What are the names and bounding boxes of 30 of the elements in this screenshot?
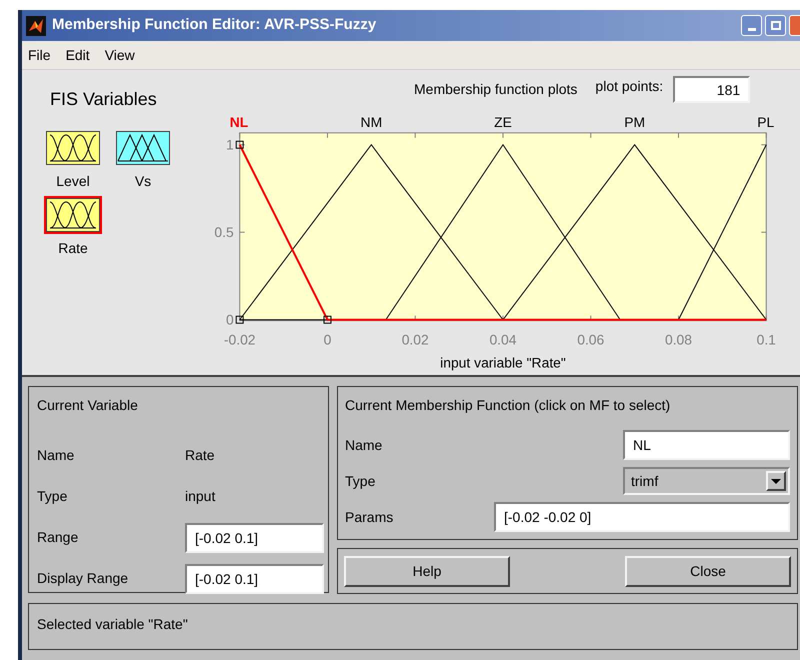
window-title: Membership Function Editor: AVR-PSS-Fuzzy bbox=[52, 15, 378, 36]
y-tick-label: 0.5 bbox=[214, 224, 234, 240]
panel-title: Current Variable bbox=[37, 396, 139, 415]
x-tick-label: 0.1 bbox=[756, 331, 776, 348]
x-tick-label: 0.06 bbox=[577, 331, 604, 348]
panel-title: Current Membership Function (click on MF to select) bbox=[345, 396, 672, 415]
x-tick-label: -0.02 bbox=[224, 331, 256, 348]
field-label: Type bbox=[37, 487, 68, 506]
field-label: Name bbox=[345, 436, 382, 454]
variable-label: Rate bbox=[58, 239, 88, 258]
section-title: FIS Variables bbox=[49, 88, 158, 111]
variable-type: input bbox=[185, 487, 216, 506]
plot-title: Membership function plots bbox=[414, 80, 578, 100]
variable-label: Vs bbox=[134, 172, 152, 191]
x-tick-label: 0.04 bbox=[489, 331, 516, 348]
variable-name: Rate bbox=[185, 446, 216, 465]
field-label: Params bbox=[345, 508, 394, 526]
field-label: Range bbox=[37, 528, 80, 547]
plot-points-label: plot points: bbox=[595, 77, 664, 96]
variable-label: Level bbox=[56, 172, 90, 191]
x-axis-label: input variable "Rate" bbox=[440, 354, 566, 370]
y-tick-label: 1 bbox=[226, 136, 234, 152]
field-label: Name bbox=[37, 446, 76, 465]
x-tick-label: 0.08 bbox=[664, 331, 692, 348]
y-tick-label: 0 bbox=[226, 311, 234, 328]
field-label: Display Range bbox=[37, 569, 130, 588]
x-tick-label: 0 bbox=[324, 331, 332, 348]
status-text: Selected variable "Rate" bbox=[37, 616, 188, 632]
field-label: Type bbox=[345, 472, 376, 491]
x-tick-label: 0.02 bbox=[402, 331, 429, 348]
